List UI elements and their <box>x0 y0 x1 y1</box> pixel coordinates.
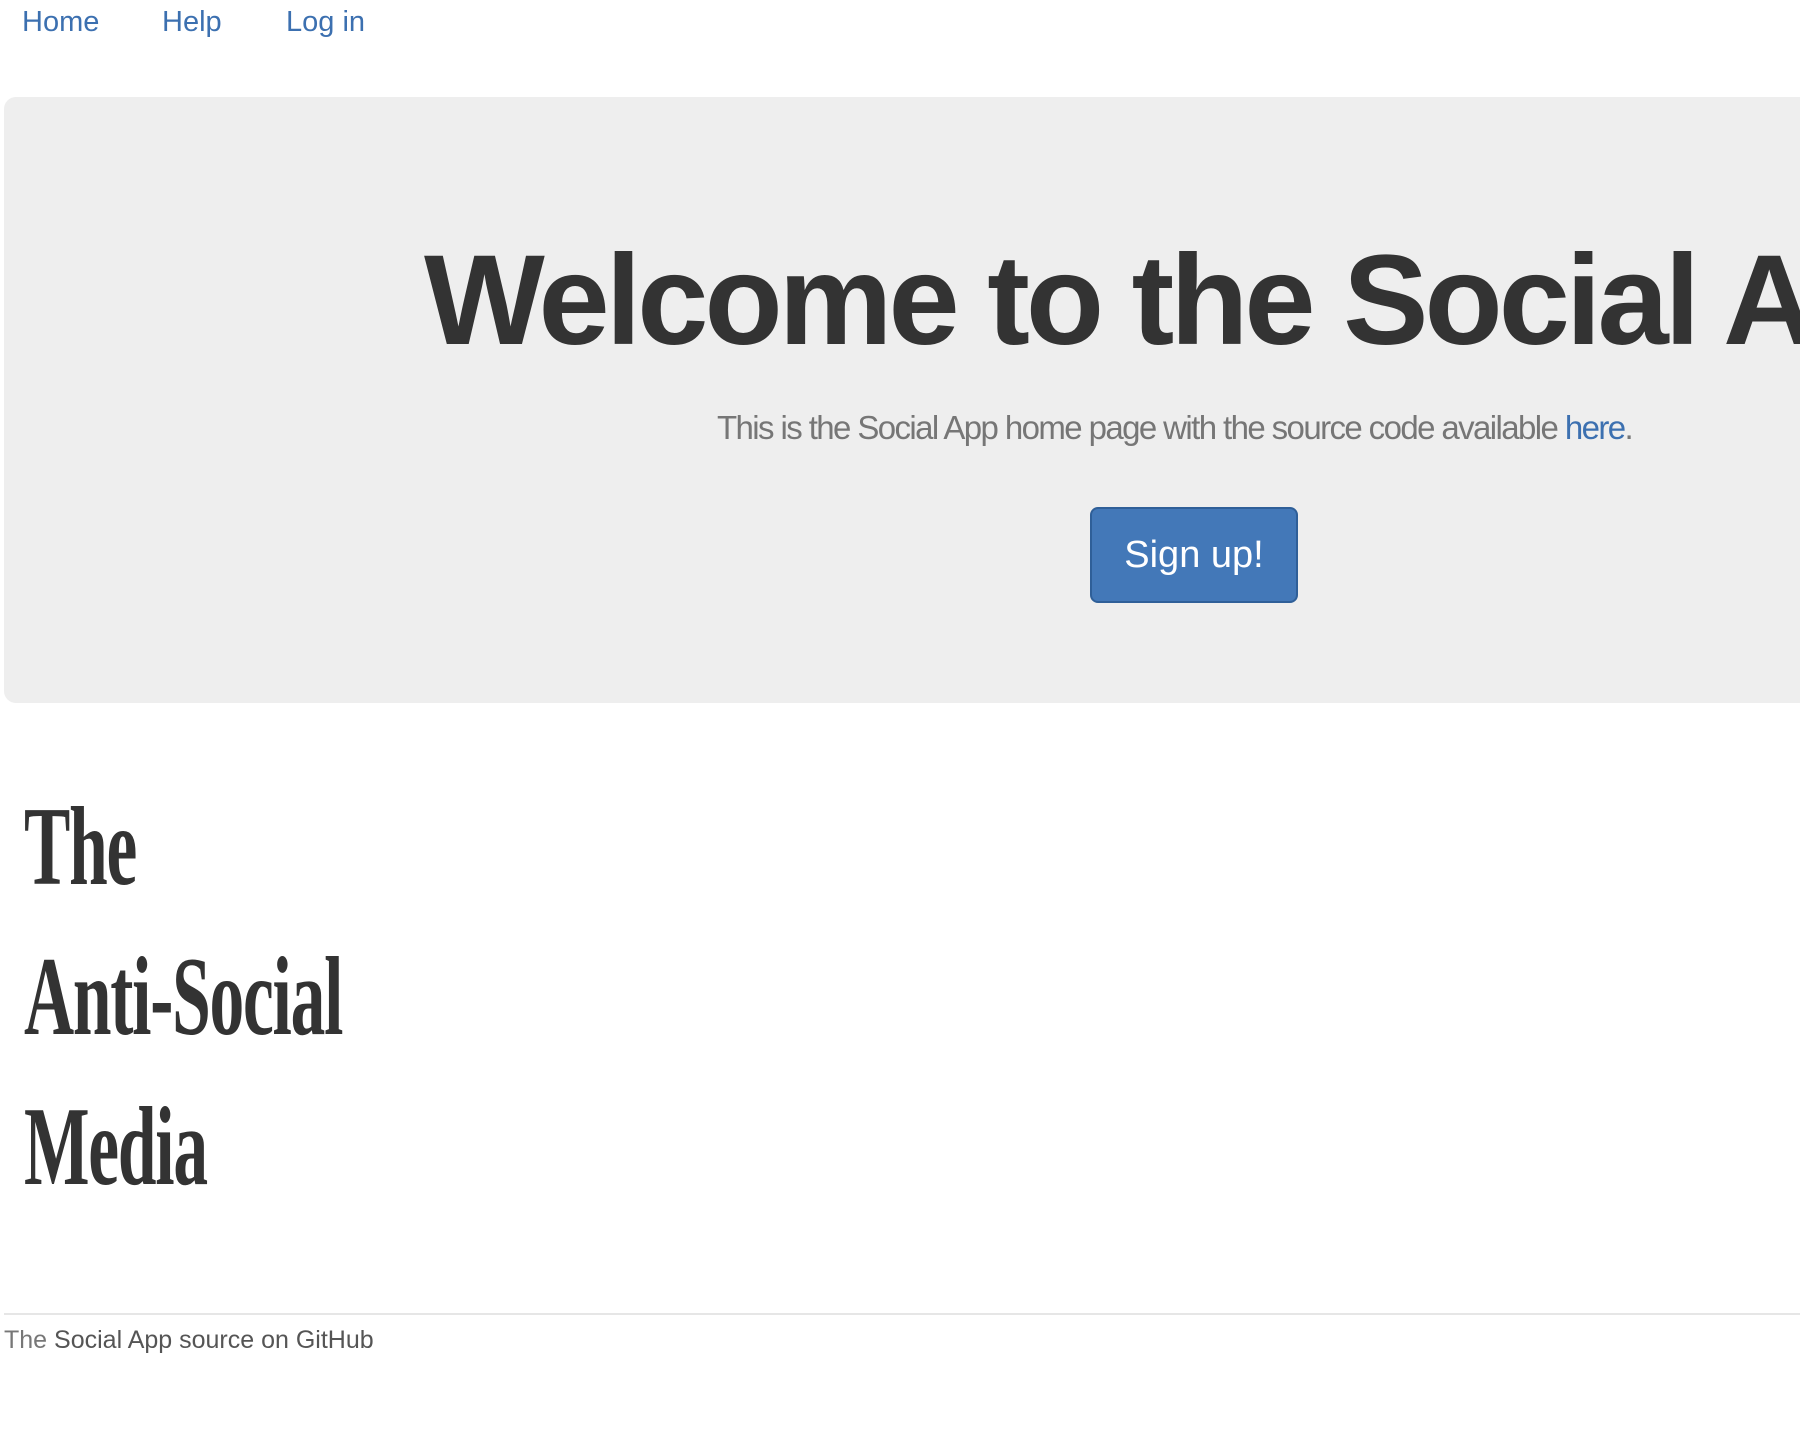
hero-subtitle-period: . <box>1624 409 1634 446</box>
logo-line-anti-social: Anti-Social <box>24 935 343 1059</box>
footer: The Social App source on GitHub <box>4 1326 374 1355</box>
hero-subtitle-text: This is the Social App home page with th… <box>717 409 1565 446</box>
nav-help-link[interactable]: Help <box>162 6 222 39</box>
footer-prefix: The <box>4 1326 55 1354</box>
nav-home-link[interactable]: Home <box>22 6 99 39</box>
anti-social-media-logo: The Anti-Social Media <box>24 772 343 1222</box>
hero-title: Welcome to the Social App <box>424 229 1800 372</box>
signup-button[interactable]: Sign up! <box>1090 507 1298 603</box>
source-code-link[interactable]: here <box>1565 409 1626 446</box>
nav-login-link[interactable]: Log in <box>286 6 365 39</box>
github-source-link[interactable]: Social App source on GitHub <box>54 1326 374 1354</box>
footer-divider <box>4 1313 1800 1315</box>
logo-line-the: The <box>24 785 137 909</box>
hero-jumbotron: Welcome to the Social App This is the So… <box>4 97 1800 703</box>
hero-subtitle: This is the Social App home page with th… <box>717 409 1634 447</box>
logo-line-media: Media <box>24 1085 208 1209</box>
